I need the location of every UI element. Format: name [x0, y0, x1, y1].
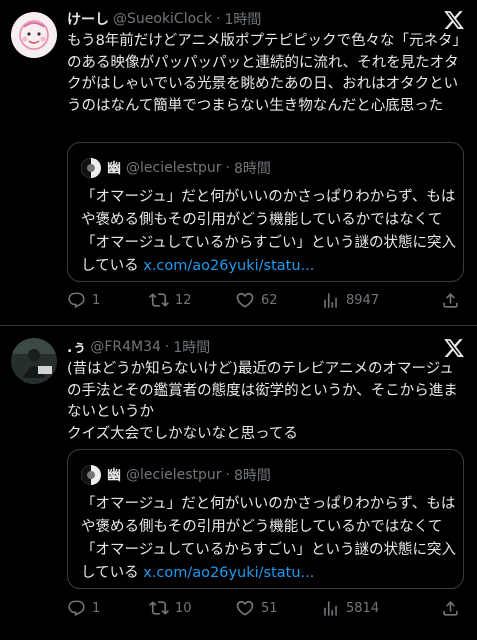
like-button[interactable]: 51 [235, 597, 278, 619]
views-icon [324, 292, 337, 308]
quoted-tweet-header: 幽 @lecielestpur · 8時間 [81, 157, 271, 179]
quoted-handle: @lecielestpur [126, 467, 222, 483]
reply-icon [68, 292, 85, 308]
quoted-tweet[interactable]: 幽 @lecielestpur · 8時間 「オマージュ」だと何がいいのかさっぱ… [67, 142, 464, 282]
quoted-handle: @lecielestpur [126, 160, 222, 176]
avatar[interactable] [11, 338, 57, 384]
quoted-timestamp: 8時間 [233, 161, 271, 177]
views-button[interactable]: 5814 [321, 597, 379, 619]
like-count: 51 [261, 600, 278, 616]
like-icon [236, 292, 254, 308]
share-icon [443, 600, 458, 616]
tweet[interactable]: .ぅ @FR4M34 · 1時間 (昔はどうか知らないけど)最近のテレビアニメの… [0, 326, 477, 640]
like-button[interactable]: 62 [235, 289, 278, 311]
action-bar: 1 10 51 5814 [67, 597, 467, 619]
reply-count: 1 [92, 600, 101, 616]
quoted-display-name: 幽 [107, 161, 121, 177]
quoted-display-name: 幽 [107, 468, 121, 484]
share-button[interactable] [441, 289, 460, 311]
quoted-tweet-header: 幽 @lecielestpur · 8時間 [81, 464, 271, 486]
separator: · [164, 339, 170, 355]
reply-count: 1 [92, 292, 101, 308]
reply-icon [68, 600, 85, 616]
retweet-icon [149, 601, 169, 615]
separator: · [215, 11, 221, 27]
quoted-timestamp: 8時間 [233, 468, 271, 484]
retweet-icon [149, 293, 169, 307]
quoted-text: 「オマージュ」だと何がいいのかさっぱりわからず、もはや褒める側もその引用がどう機… [81, 493, 456, 585]
x-logo-icon[interactable] [443, 9, 465, 31]
views-icon [324, 600, 337, 616]
tweet-header: けーし @SueokiClock · 1時間 [67, 9, 261, 29]
like-icon [236, 600, 254, 616]
like-count: 62 [261, 292, 278, 308]
share-button[interactable] [441, 597, 460, 619]
tweet-header: .ぅ @FR4M34 · 1時間 [67, 337, 210, 357]
tweet-text: もう8年前だけどアニメ版ポプテピピックで色々な「元ネタ」のある映像がパッパッパッ… [67, 33, 467, 114]
retweet-count: 12 [175, 292, 192, 308]
quoted-link[interactable]: x.com/ao26yuki/statu... [143, 565, 314, 581]
handle[interactable]: @FR4M34 [90, 339, 161, 355]
handle[interactable]: @SueokiClock [113, 11, 212, 27]
separator: · [225, 160, 230, 176]
quoted-avatar [81, 158, 101, 178]
avatar[interactable] [11, 12, 57, 58]
timestamp[interactable]: 1時間 [173, 337, 210, 357]
views-button[interactable]: 8947 [321, 289, 379, 311]
quoted-tweet[interactable]: 幽 @lecielestpur · 8時間 「オマージュ」だと何がいいのかさっぱ… [67, 449, 464, 589]
display-name[interactable]: .ぅ [67, 337, 86, 357]
retweet-count: 10 [175, 600, 192, 616]
tweet-text: (昔はどうか知らないけど)最近のテレビアニメのオマージュの手法とその鑑賞者の態度… [67, 361, 458, 442]
tweet[interactable]: けーし @SueokiClock · 1時間 もう8年前だけどアニメ版ポプテピピ… [0, 0, 477, 325]
view-count: 5814 [346, 600, 380, 616]
action-bar: 1 12 62 8947 [67, 289, 467, 311]
retweet-button[interactable]: 10 [149, 597, 192, 619]
view-count: 8947 [346, 292, 380, 308]
x-logo-icon[interactable] [443, 337, 465, 359]
reply-button[interactable]: 1 [67, 289, 100, 311]
share-icon [443, 292, 458, 308]
reply-button[interactable]: 1 [67, 597, 100, 619]
display-name[interactable]: けーし [67, 9, 109, 29]
quoted-link[interactable]: x.com/ao26yuki/statu... [143, 258, 314, 274]
retweet-button[interactable]: 12 [149, 289, 192, 311]
separator: · [225, 467, 230, 483]
quoted-text: 「オマージュ」だと何がいいのかさっぱりわからず、もはや褒める側もその引用がどう機… [81, 186, 456, 278]
timestamp[interactable]: 1時間 [224, 9, 261, 29]
quoted-avatar [81, 465, 101, 485]
